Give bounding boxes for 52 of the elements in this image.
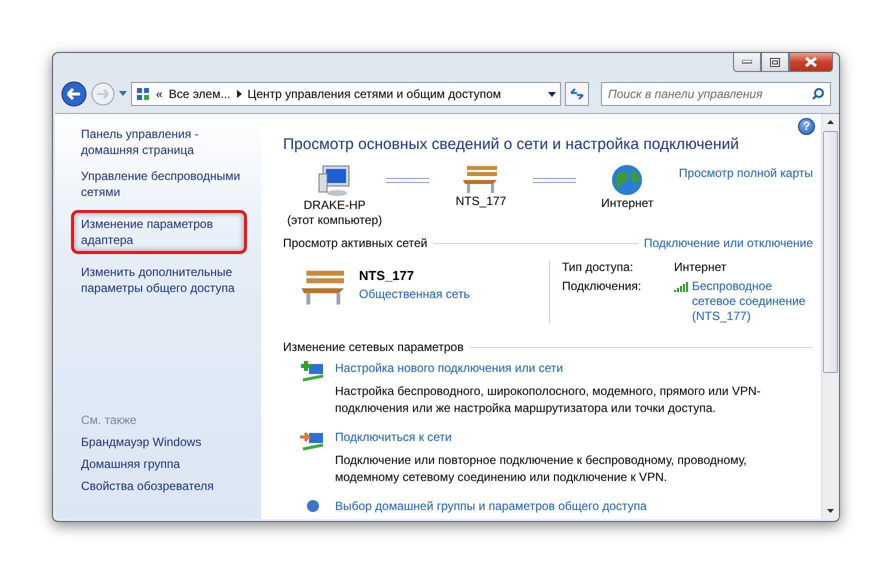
address-bar[interactable]: « Все элем... Центр управления сетями и общим доступом [131, 82, 561, 106]
connection-line [532, 178, 576, 183]
connection-link[interactable]: Беспроводное сетевое соединение (NTS_177) [692, 279, 807, 324]
maximize-icon [770, 58, 780, 66]
node-label: NTS_177 [456, 194, 506, 209]
section-heading: Просмотр активных сетей [283, 236, 428, 250]
globe-icon [611, 164, 644, 196]
refresh-icon [570, 88, 584, 100]
network-type-link[interactable]: Общественная сеть [359, 287, 470, 301]
node-label: Интернет [601, 196, 654, 211]
breadcrumb-item[interactable]: Центр управления сетями и общим доступом [248, 87, 501, 101]
node-label: DRAKE-HP [304, 198, 366, 213]
page-title: Просмотр основных сведений о сети и настройка подключений [283, 136, 740, 154]
section-heading: Изменение сетевых параметров [283, 340, 464, 354]
see-also-heading: См. также [81, 413, 138, 427]
network-name: NTS_177 [359, 268, 415, 283]
breadcrumb-arrow-icon [236, 90, 242, 98]
search-icon[interactable] [812, 88, 824, 100]
node-sublabel: (этот компьютер) [287, 213, 382, 228]
connect-disconnect-link[interactable]: Подключение или отключение [644, 236, 813, 250]
close-button[interactable] [789, 53, 833, 72]
dropdown-arrow-icon[interactable] [548, 92, 556, 96]
sidebar-link[interactable]: Управление беспроводными сетями [81, 168, 253, 200]
minimize-icon [742, 60, 752, 64]
breadcrumb-item[interactable]: Все элем... [168, 87, 230, 101]
task-link[interactable]: Выбор домашней группы и параметров общего доступа [335, 498, 647, 515]
breadcrumb-chevron[interactable]: « [156, 87, 163, 101]
scroll-thumb[interactable] [823, 131, 838, 373]
minimize-button[interactable] [733, 53, 761, 72]
sidebar-link[interactable]: Изменение параметров адаптера [71, 210, 247, 254]
task-description: Подключение или повторное подключение к беспроводному, проводному, модемному сетевому соединению или подключение к VPN. [335, 452, 748, 486]
refresh-button[interactable] [565, 82, 589, 106]
detail-label: Тип доступа: [562, 260, 634, 274]
sidebar-link[interactable]: Изменить дополнительные параметры общего доступа [81, 264, 253, 296]
full-map-link[interactable]: Просмотр полной карты [678, 166, 814, 180]
scrollbar[interactable] [821, 114, 839, 519]
task-link[interactable]: Подключиться к сети [335, 429, 765, 446]
sidebar-link[interactable]: Панель управления - домашняя страница [81, 126, 253, 158]
maximize-button[interactable] [761, 53, 789, 72]
signal-strength-icon [674, 282, 688, 292]
detail-label: Подключения: [562, 279, 642, 295]
see-also-link[interactable]: Свойства обозревателя [81, 479, 253, 493]
control-panel-icon [136, 87, 150, 101]
connection-line [386, 178, 430, 183]
task-description: Настройка беспроводного, широкополосного, модемного, прямого или VPN-подключения или же настройка маршрутизатора или точки доступа. [335, 383, 762, 417]
task-link[interactable]: Настройка нового подключения или сети [335, 360, 765, 377]
close-icon [805, 57, 817, 67]
see-also-link[interactable]: Домашняя группа [81, 457, 253, 471]
see-also-link[interactable]: Брандмауэр Windows [81, 435, 253, 449]
back-button[interactable] [61, 81, 87, 107]
detail-value: Интернет [674, 260, 728, 274]
search-field[interactable]: Поиск в панели управления [601, 82, 831, 106]
